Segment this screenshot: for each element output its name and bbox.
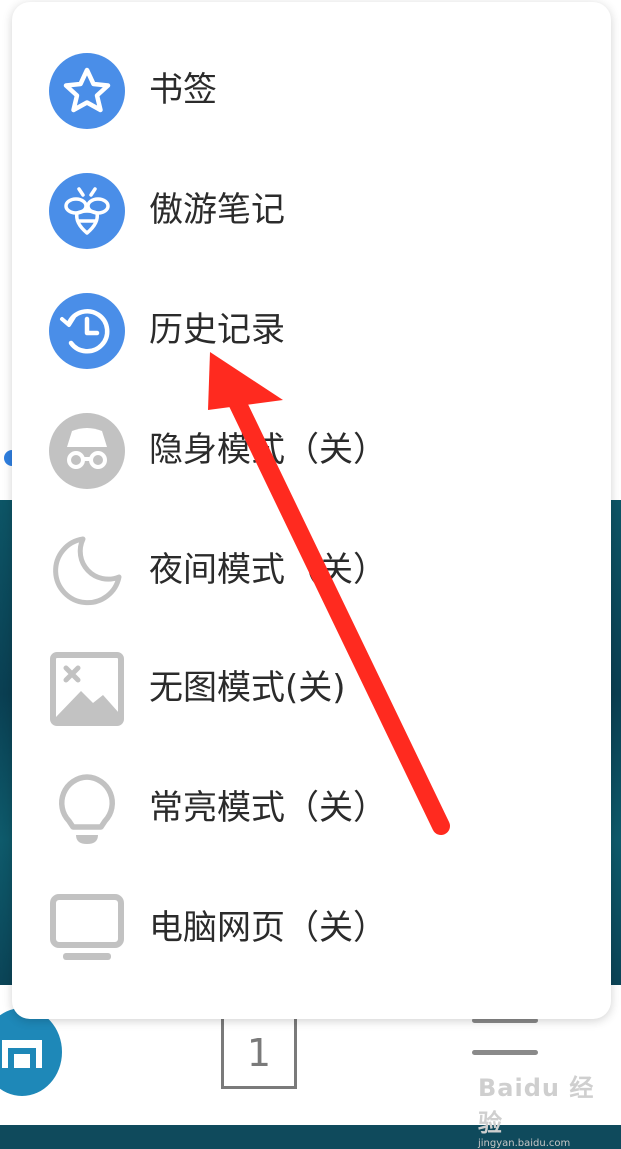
bee-icon: [49, 173, 125, 249]
menu-item-label: 书签: [149, 70, 217, 110]
home-icon: [2, 1040, 42, 1068]
menu-item-incognito[interactable]: 隐身模式（关）: [12, 392, 611, 510]
menu-item-bookmarks[interactable]: 书签: [12, 32, 611, 150]
moon-icon: [53, 536, 122, 606]
incognito-icon: [49, 413, 125, 489]
menu-item-keep-screen-on[interactable]: 常亮模式（关）: [12, 750, 611, 868]
menu-item-label: 隐身模式（关）: [149, 430, 387, 470]
menu-item-label: 常亮模式（关）: [149, 788, 387, 828]
menu-item-label: 无图模式(关): [149, 668, 346, 708]
menu-item-history[interactable]: 历史记录: [12, 272, 611, 390]
menu-item-label: 历史记录: [149, 310, 285, 350]
tab-count-button[interactable]: 1: [221, 1015, 297, 1089]
menu-item-label: 夜间模式（关）: [149, 550, 387, 590]
history-clock-icon: [49, 293, 125, 369]
star-icon: [49, 53, 125, 129]
menu-item-night-mode[interactable]: 夜间模式（关）: [12, 512, 611, 630]
watermark: Baidu 经验 jingyan.baidu.com: [478, 1068, 608, 1149]
watermark-main: Baidu 经验: [478, 1074, 595, 1137]
menu-item-no-image-mode[interactable]: 无图模式(关): [12, 630, 611, 748]
menu-item-label: 傲游笔记: [149, 190, 285, 230]
menu-item-label: 电脑网页（关）: [149, 908, 387, 948]
menu-line-icon: [472, 1050, 538, 1055]
watermark-sub: jingyan.baidu.com: [478, 1138, 571, 1149]
popup-menu: 书签 傲游笔记 历史记录 隐身模式（关） 夜间模式（关） 无图模式(关) 常亮模…: [12, 2, 611, 1019]
monitor-icon: [50, 894, 124, 960]
menu-item-desktop-mode[interactable]: 电脑网页（关）: [12, 870, 611, 988]
lightbulb-icon: [59, 774, 115, 844]
no-image-icon: [50, 652, 124, 726]
menu-item-notes[interactable]: 傲游笔记: [12, 152, 611, 270]
